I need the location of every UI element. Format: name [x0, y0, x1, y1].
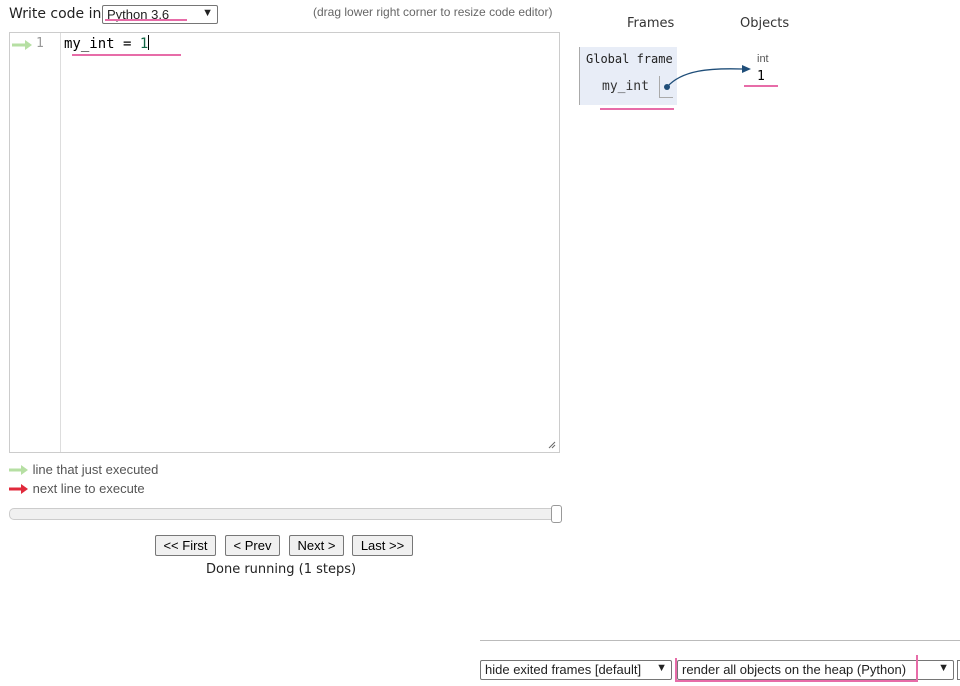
- annotation-box-heap: [675, 658, 918, 682]
- prev-button[interactable]: < Prev: [225, 535, 280, 556]
- object-value: 1: [757, 69, 765, 84]
- red-arrow-icon: [9, 484, 28, 494]
- first-button[interactable]: << First: [155, 535, 216, 556]
- legend-next-line-label: next line to execute: [32, 481, 145, 496]
- editor-gutter: 1: [10, 33, 61, 452]
- pointer-arrow: [664, 65, 751, 90]
- code-text: my_int =: [64, 36, 140, 52]
- annotation-underline-language: [105, 19, 187, 21]
- legend-just-executed: line that just executed: [9, 462, 158, 477]
- legend-next-line: next line to execute: [9, 481, 145, 496]
- annotation-underline-code: [72, 54, 181, 56]
- resize-grip-icon[interactable]: [548, 441, 556, 449]
- slider-thumb[interactable]: [551, 505, 562, 523]
- next-button[interactable]: Next >: [289, 535, 344, 556]
- annotation-underline-variable: [600, 108, 674, 110]
- code-editor[interactable]: 1 my_int = 1: [9, 32, 560, 453]
- options-divider: [480, 640, 960, 641]
- last-button[interactable]: Last >>: [352, 535, 413, 556]
- legend-just-executed-label: line that just executed: [32, 462, 159, 477]
- frame-variable-name: my_int: [602, 79, 649, 94]
- write-code-label: Write code in: [9, 6, 102, 22]
- chevron-down-icon: ▼: [202, 7, 213, 19]
- code-literal: 1: [139, 36, 149, 52]
- object-type-label: int: [757, 53, 769, 65]
- execution-slider[interactable]: [9, 508, 562, 520]
- frames-display-select[interactable]: hide exited frames [default] ▼: [480, 660, 672, 680]
- chevron-down-icon: ▼: [656, 662, 667, 674]
- run-status: Done running (1 steps): [206, 562, 357, 577]
- annotation-underline-object: [744, 85, 778, 87]
- language-select[interactable]: Python 3.6 ▼: [102, 5, 218, 24]
- annotation-mark-heap: [916, 655, 918, 682]
- frames-display-value: hide exited frames [default]: [485, 662, 642, 677]
- just-executed-arrow-icon: [12, 40, 32, 50]
- text-cursor: [148, 35, 150, 50]
- chevron-down-icon: ▼: [938, 662, 949, 674]
- code-line[interactable]: my_int = 1: [64, 35, 150, 52]
- green-arrow-icon: [9, 465, 28, 475]
- objects-header: Objects: [740, 16, 790, 31]
- frames-header: Frames: [627, 16, 675, 31]
- resize-hint: (drag lower right corner to resize code …: [313, 5, 553, 19]
- line-number: 1: [36, 36, 44, 51]
